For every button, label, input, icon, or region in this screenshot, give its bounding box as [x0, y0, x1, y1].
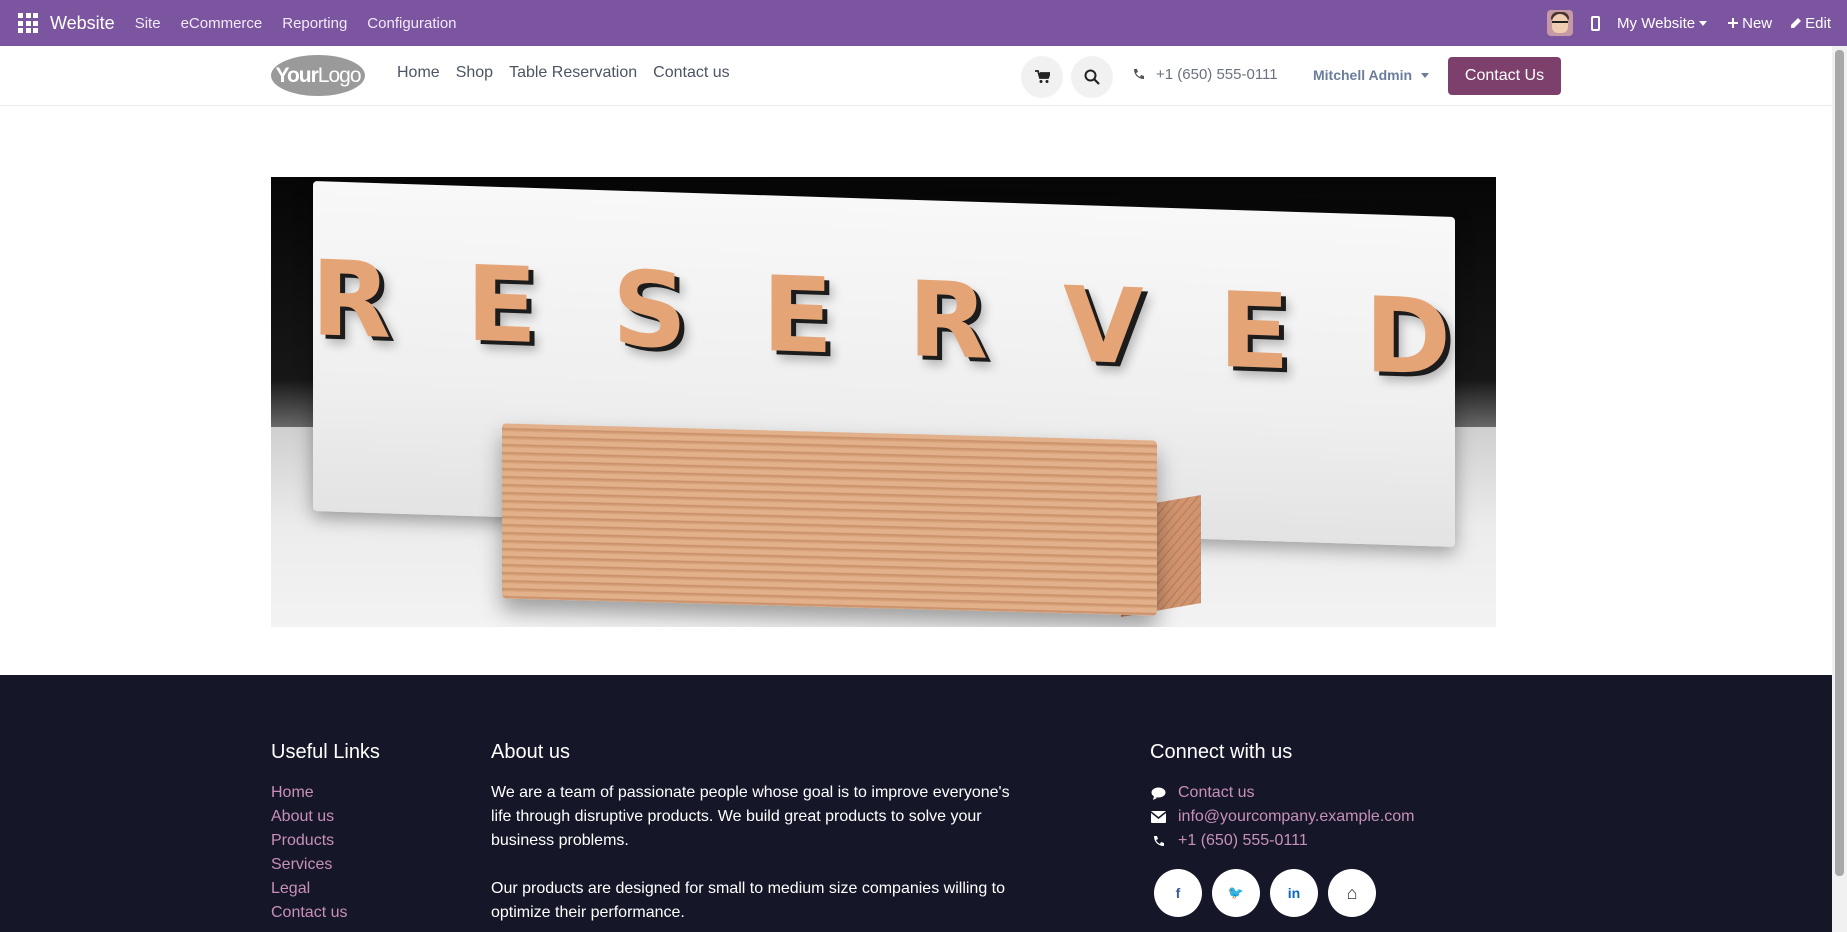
nav-home[interactable]: Home [397, 64, 440, 82]
site-footer: Useful Links Home About us Products Serv… [0, 675, 1832, 932]
new-label: New [1742, 14, 1773, 32]
footer-link-products[interactable]: Products [271, 829, 347, 853]
comment-icon [1150, 785, 1166, 801]
mobile-preview-icon[interactable] [1591, 15, 1601, 31]
phone-icon [1150, 833, 1166, 849]
scrollbar-thumb[interactable] [1835, 50, 1844, 876]
envelope-icon [1150, 809, 1166, 825]
header-phone[interactable]: +1 (650) 555-0111 [1132, 66, 1278, 83]
logo-text-bold: Your [275, 63, 319, 87]
about-paragraph-1: We are a team of passionate people whose… [491, 784, 1010, 849]
nav-table-reservation[interactable]: Table Reservation [509, 64, 637, 82]
main-nav: Home Shop Table Reservation Contact us [397, 64, 746, 82]
apps-menu-icon[interactable] [16, 11, 40, 35]
search-icon [1084, 69, 1100, 85]
logo-text: Logo [317, 63, 362, 87]
app-name[interactable]: Website [50, 13, 115, 34]
header-phone-number: +1 (650) 555-0111 [1156, 66, 1278, 83]
phone-icon [1134, 69, 1144, 79]
caret-down-icon [1699, 20, 1708, 26]
user-name: Mitchell Admin [1313, 67, 1413, 83]
nav-contact-us[interactable]: Contact us [653, 64, 729, 82]
caret-down-icon [1421, 72, 1430, 78]
cart-button[interactable] [1021, 56, 1063, 98]
site-logo[interactable]: Your Logo [271, 55, 365, 96]
plus-icon [1728, 18, 1739, 28]
connect-list: Contact us info@yourcompany.example.com … [1150, 781, 1415, 853]
connect-email-link[interactable]: info@yourcompany.example.com [1178, 805, 1415, 829]
footer-link-services[interactable]: Services [271, 853, 347, 877]
menu-ecommerce[interactable]: eCommerce [181, 15, 263, 32]
menu-configuration[interactable]: Configuration [367, 15, 456, 32]
connect-contact-link[interactable]: Contact us [1178, 781, 1254, 805]
footer-link-about-us[interactable]: About us [271, 805, 347, 829]
menu-site[interactable]: Site [135, 15, 161, 32]
page-scrollbar[interactable] [1832, 46, 1847, 932]
footer-link-home[interactable]: Home [271, 781, 347, 805]
linkedin-icon: in [1287, 885, 1301, 901]
cart-icon [1034, 70, 1050, 83]
hero-image-reserved-sign: RESERVED [271, 177, 1496, 627]
footer-link-legal[interactable]: Legal [271, 877, 347, 901]
facebook-icon: f [1175, 885, 1181, 901]
new-button[interactable]: New [1727, 15, 1772, 32]
pencil-icon [1791, 17, 1802, 28]
facebook-button[interactable]: f [1154, 869, 1202, 917]
twitter-icon: 🐦 [1227, 885, 1245, 900]
home-icon: ⌂ [1346, 882, 1358, 903]
footer-link-contact-us[interactable]: Contact us [271, 901, 347, 925]
website-switcher[interactable]: My Website [1617, 14, 1708, 32]
menu-reporting[interactable]: Reporting [282, 15, 347, 32]
edit-label: Edit [1805, 14, 1831, 32]
connect-phone-row[interactable]: +1 (650) 555-0111 [1150, 829, 1415, 853]
useful-links-title: Useful Links [271, 741, 380, 763]
admin-navbar: Website Site eCommerce Reporting Configu… [0, 0, 1847, 46]
user-menu[interactable]: Mitchell Admin [1313, 67, 1430, 83]
user-avatar[interactable] [1547, 10, 1574, 36]
twitter-button[interactable]: 🐦 [1212, 869, 1260, 917]
nav-shop[interactable]: Shop [456, 64, 493, 82]
home-button[interactable]: ⌂ [1328, 869, 1376, 917]
connect-title: Connect with us [1150, 741, 1293, 763]
about-us-text: We are a team of passionate people whose… [491, 781, 1021, 925]
about-us-title: About us [491, 741, 570, 763]
connect-contact-row[interactable]: Contact us [1150, 781, 1415, 805]
linkedin-button[interactable]: in [1270, 869, 1318, 917]
website-switcher-label: My Website [1617, 14, 1696, 32]
contact-us-button[interactable]: Contact Us [1448, 57, 1561, 95]
about-paragraph-2: Our products are designed for small to m… [491, 880, 1006, 921]
website-header: Your Logo Home Shop Table Reservation Con… [0, 46, 1832, 106]
connect-email-row[interactable]: info@yourcompany.example.com [1150, 805, 1415, 829]
useful-links-list: Home About us Products Services Legal Co… [271, 781, 347, 925]
search-button[interactable] [1071, 56, 1113, 98]
connect-phone-link[interactable]: +1 (650) 555-0111 [1178, 829, 1308, 853]
edit-button[interactable]: Edit [1789, 15, 1831, 32]
